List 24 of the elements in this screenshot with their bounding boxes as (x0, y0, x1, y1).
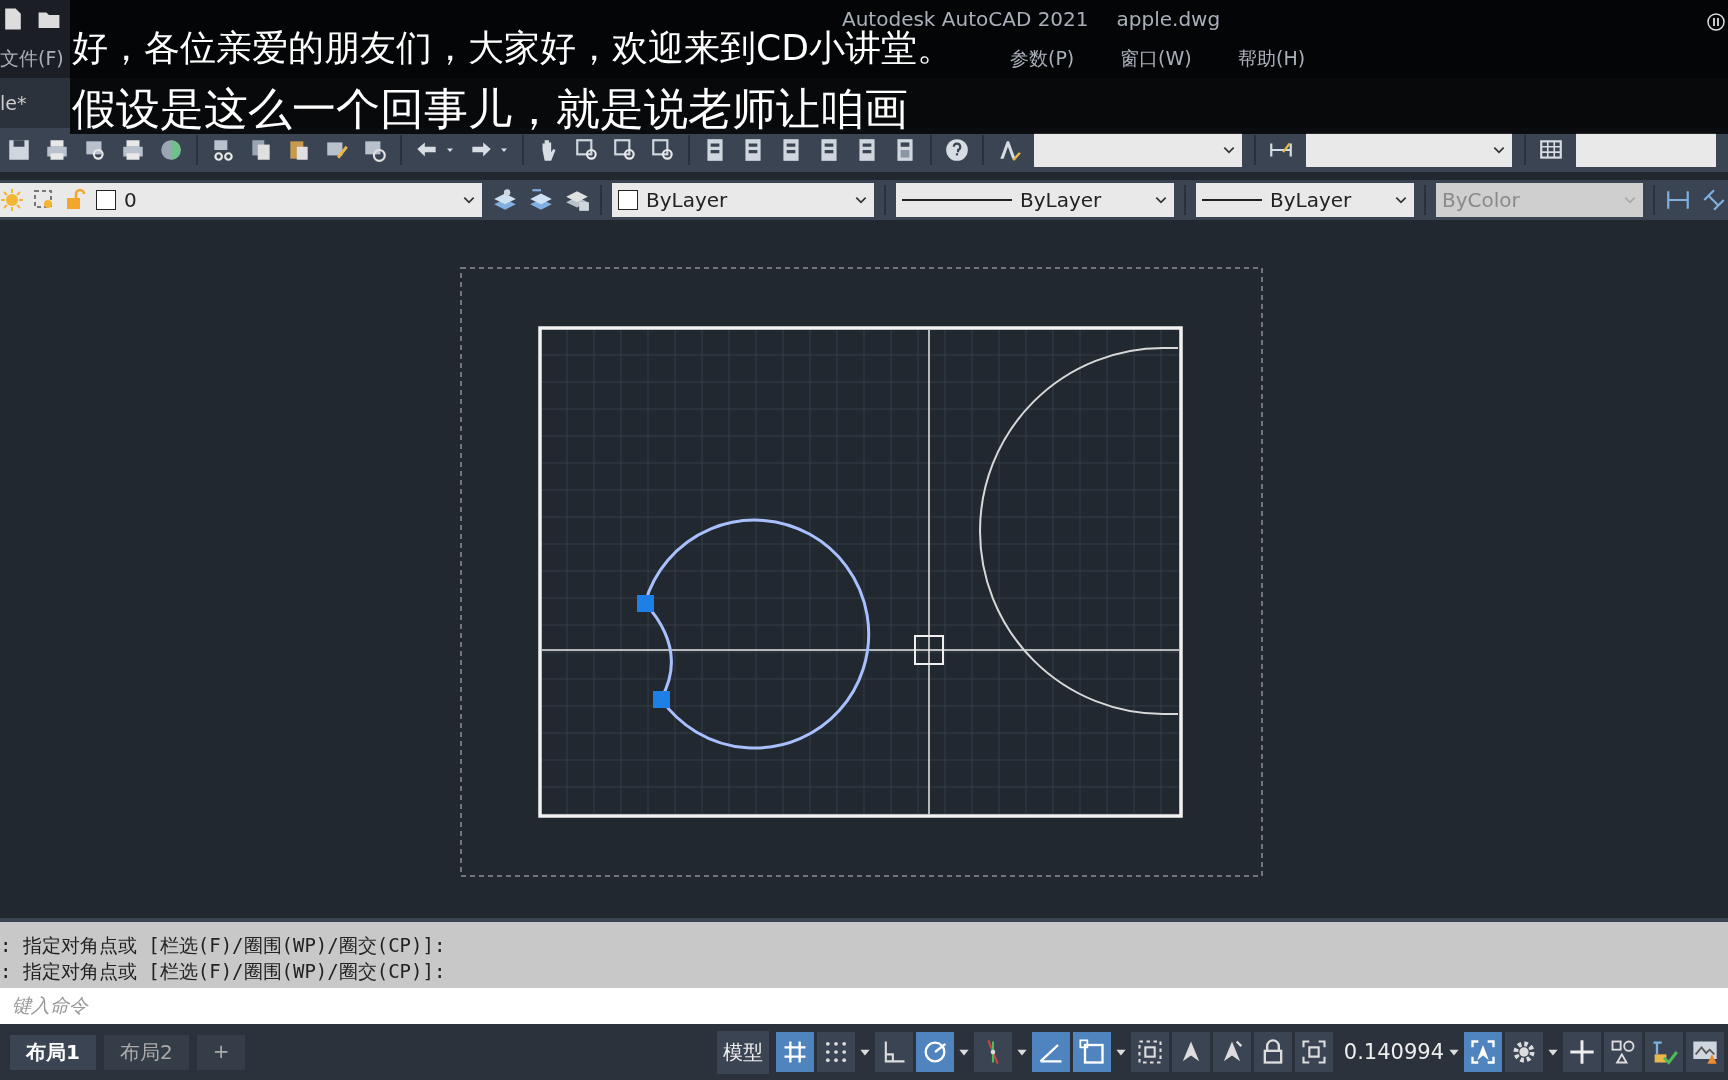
command-history-line: : 指定对角点或 [栏选(F)/圈围(WP)/圈交(CP)]: (0, 933, 447, 958)
model-space-button[interactable]: 模型 (716, 1030, 769, 1074)
menu-item[interactable]: 文件(F) (0, 46, 64, 72)
file-name: apple.dwg (1116, 7, 1221, 31)
color-value: ByLayer (646, 188, 728, 212)
subtitle-line: 假设是这么一个回事儿，就是说老师让咱画 (72, 82, 908, 136)
menu-item[interactable]: 帮助(H) (1238, 46, 1306, 72)
file-tab[interactable]: le* (0, 88, 35, 118)
annotation-scale[interactable]: 0.140994 (1343, 1040, 1444, 1064)
layer-name: 0 (124, 188, 137, 212)
color-dropdown[interactable]: ByLayer (612, 183, 874, 217)
command-input[interactable]: 键入命令 (0, 988, 1728, 1024)
linetype-value: ByLayer (1020, 188, 1102, 212)
layout-tab[interactable]: 布局1 (10, 1034, 96, 1070)
layout-tab[interactable]: 布局2 (103, 1034, 189, 1070)
plot-style-value: ByColor (1442, 188, 1520, 212)
layer-dropdown[interactable]: 0 (0, 183, 482, 217)
layout-tab[interactable]: + (196, 1034, 246, 1070)
lineweight-dropdown[interactable]: ByLayer (1196, 183, 1414, 217)
menu-item[interactable]: 窗口(W) (1120, 46, 1192, 72)
menu-item[interactable]: 参数(P) (1010, 46, 1075, 72)
linetype-dropdown[interactable]: ByLayer (896, 183, 1174, 217)
command-history-line: : 指定对角点或 [栏选(F)/圈围(WP)/圈交(CP)]: (0, 959, 447, 984)
lineweight-value: ByLayer (1270, 188, 1352, 212)
